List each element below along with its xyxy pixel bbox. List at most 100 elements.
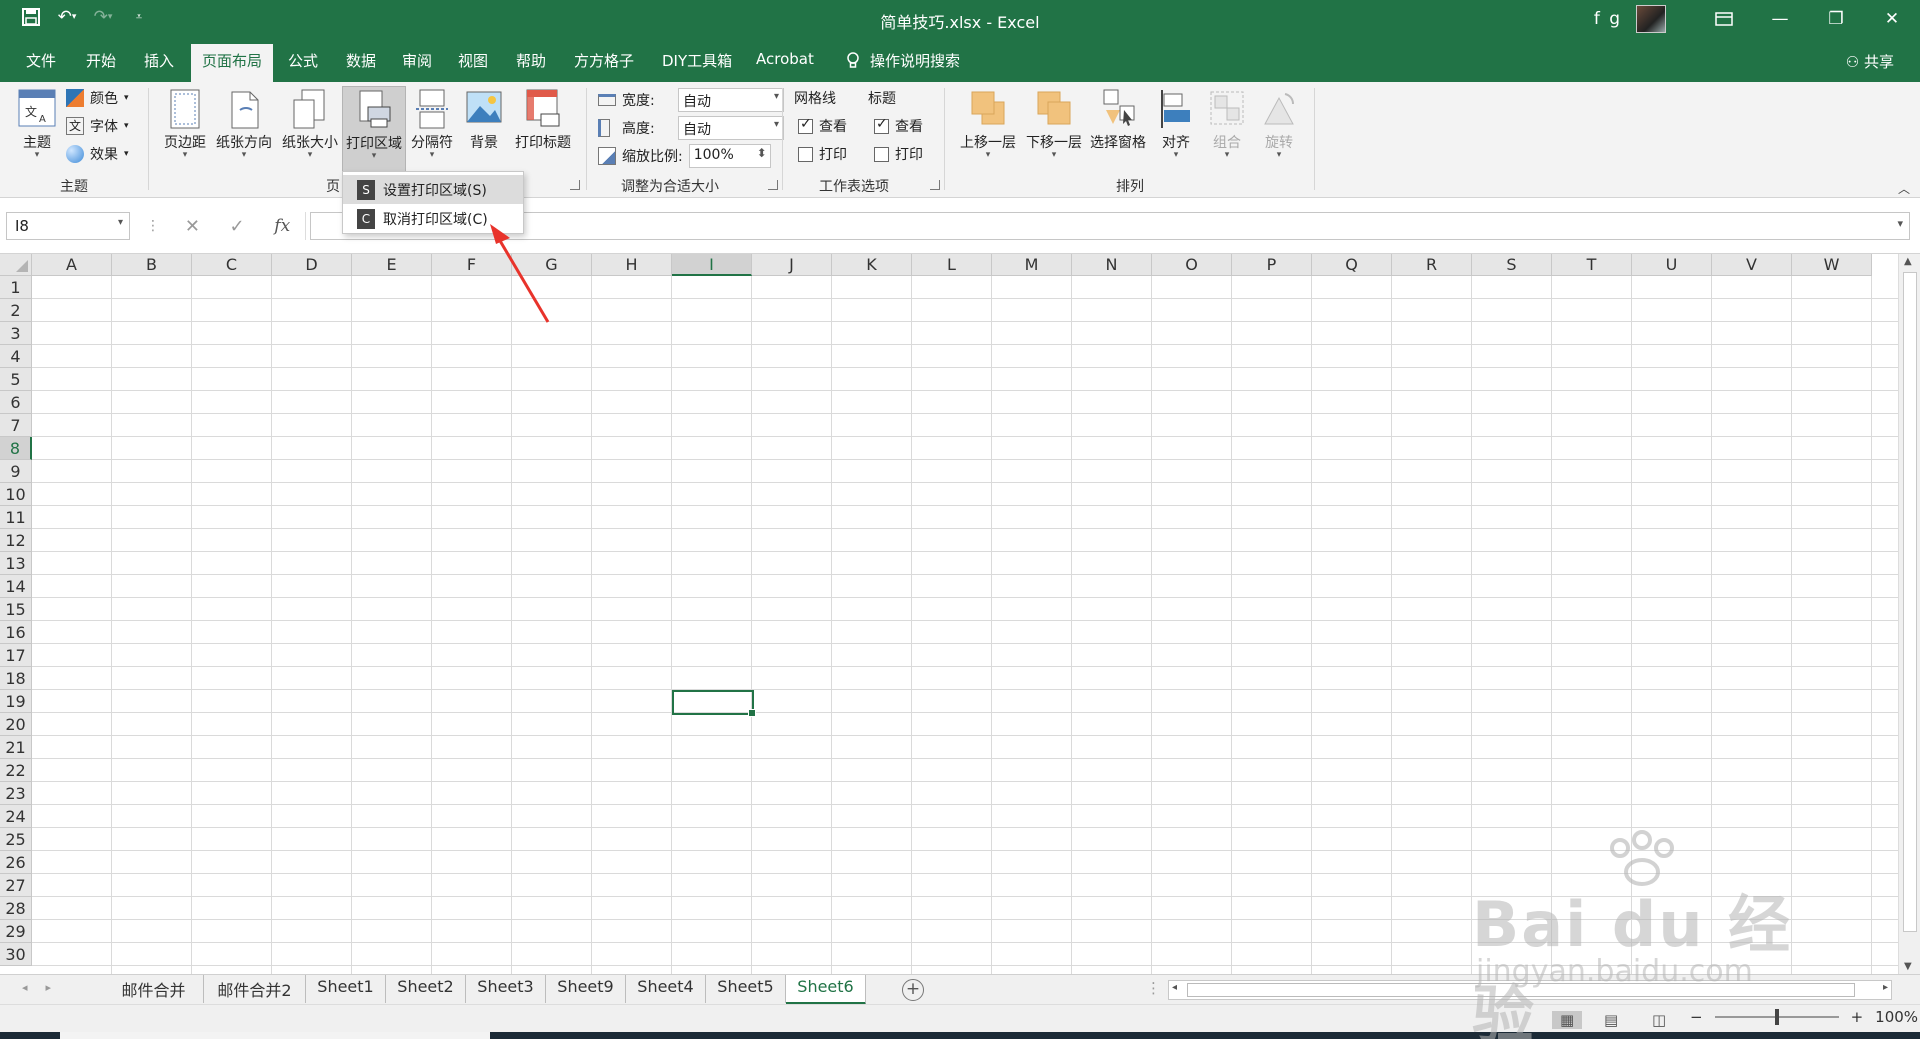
tab-page-layout[interactable]: 页面布局 [191,44,274,82]
horizontal-scrollbar[interactable]: ◂ ▸ [1168,980,1892,1000]
row-header-29[interactable]: 29 [0,920,32,943]
theme-fonts-button[interactable]: 文 字体 ▾ [66,116,129,136]
breaks-button[interactable]: 分隔符 ▾ [408,88,456,160]
zoom-level[interactable]: 100% [1875,1008,1918,1026]
row-header-3[interactable]: 3 [0,322,32,345]
row-header-30[interactable]: 30 [0,943,32,966]
column-header-m[interactable]: M [992,254,1072,276]
ribbon-display-options-icon[interactable] [1696,0,1752,38]
row-header-4[interactable]: 4 [0,345,32,368]
row-header-1[interactable]: 1 [0,276,32,299]
row-header-23[interactable]: 23 [0,782,32,805]
tab-data[interactable]: 数据 [340,47,382,74]
horizontal-scroll-thumb[interactable] [1187,983,1855,997]
tell-me-search[interactable]: 操作说明搜索 [846,50,960,71]
row-header-9[interactable]: 9 [0,460,32,483]
headings-view-checkbox[interactable]: 查看 [874,116,923,136]
gridlines-print-checkbox[interactable]: 打印 [798,144,847,164]
background-button[interactable]: 背景 [460,88,508,152]
row-header-14[interactable]: 14 [0,575,32,598]
sheet-options-launcher-icon[interactable] [930,180,940,190]
column-header-r[interactable]: R [1392,254,1472,276]
scale-input[interactable]: 100% [688,144,771,168]
tab-view[interactable]: 视图 [452,47,494,74]
column-header-t[interactable]: T [1552,254,1632,276]
sheet-tab-0[interactable]: 邮件合并 [104,975,204,1003]
scroll-down-icon[interactable]: ▼ [1904,961,1912,972]
row-header-12[interactable]: 12 [0,529,32,552]
sheet-nav-arrows-icon[interactable]: ◂▸ [22,981,69,994]
scroll-up-icon[interactable]: ▲ [1904,256,1912,267]
print-titles-button[interactable]: 打印标题 [510,88,576,152]
sheet-tab-1[interactable]: 邮件合并2 [204,975,306,1003]
row-header-26[interactable]: 26 [0,851,32,874]
gridlines-print-check[interactable] [798,146,813,162]
zoom-out-icon[interactable]: − [1690,1008,1703,1026]
enter-check-icon[interactable]: ✓ [230,216,245,237]
set-print-area-item[interactable]: S 设置打印区域(S) [343,175,523,204]
page-break-view-icon[interactable]: ◫ [1652,1011,1666,1029]
column-header-q[interactable]: Q [1312,254,1392,276]
column-header-b[interactable]: B [112,254,192,276]
gridlines-view-check[interactable] [798,116,813,134]
collapse-ribbon-icon[interactable]: ︿ [1898,180,1910,197]
insert-function-icon[interactable]: fx [274,216,290,236]
select-all-corner[interactable] [0,254,32,276]
name-box[interactable]: I8 [6,212,130,240]
vertical-scroll-thumb[interactable] [1903,272,1917,932]
column-header-i[interactable]: I [672,254,752,276]
normal-view-icon[interactable]: ▦ [1552,1011,1583,1029]
column-header-p[interactable]: P [1232,254,1312,276]
formula-bar-grip-icon[interactable]: ⋮ [146,218,160,234]
margins-button[interactable]: 页边距 ▾ [160,88,210,160]
cell-area[interactable] [32,276,1898,974]
theme-effects-button[interactable]: 效果 ▾ [66,144,129,164]
headings-view-check[interactable] [874,116,889,134]
row-header-27[interactable]: 27 [0,874,32,897]
row-header-10[interactable]: 10 [0,483,32,506]
column-header-v[interactable]: V [1712,254,1792,276]
page-layout-view-icon[interactable]: ▤ [1604,1011,1618,1029]
rotate-button[interactable]: 旋转 ▾ [1256,88,1302,160]
align-button[interactable]: 对齐 ▾ [1154,88,1198,160]
row-header-7[interactable]: 7 [0,414,32,437]
zoom-in-icon[interactable]: + [1851,1008,1864,1026]
column-header-k[interactable]: K [832,254,912,276]
row-header-28[interactable]: 28 [0,897,32,920]
cancel-icon[interactable]: ✕ [185,216,200,237]
tab-fangfang[interactable]: 方方格子 [568,47,640,74]
scale-launcher-icon[interactable] [768,180,778,190]
tab-splitter-icon[interactable]: ⋮ [1146,979,1161,997]
height-select[interactable]: 自动 [678,116,784,140]
column-header-w[interactable]: W [1792,254,1872,276]
sheet-tab-3[interactable]: Sheet2 [386,975,466,1003]
paper-size-button[interactable]: 纸张大小 ▾ [278,88,342,160]
column-header-u[interactable]: U [1632,254,1712,276]
column-header-a[interactable]: A [32,254,112,276]
minimize-icon[interactable]: — [1752,0,1808,38]
row-header-5[interactable]: 5 [0,368,32,391]
send-backward-button[interactable]: 下移一层 ▾ [1022,88,1086,160]
column-header-d[interactable]: D [272,254,352,276]
column-header-j[interactable]: J [752,254,832,276]
tab-review[interactable]: 审阅 [396,47,438,74]
row-header-25[interactable]: 25 [0,828,32,851]
zoom-slider[interactable] [1714,1009,1839,1025]
row-header-2[interactable]: 2 [0,299,32,322]
theme-colors-button[interactable]: 颜色 ▾ [66,88,129,108]
gridlines-view-checkbox[interactable]: 查看 [798,116,847,136]
bring-forward-button[interactable]: 上移一层 ▾ [956,88,1020,160]
row-header-8[interactable]: 8 [0,437,32,460]
add-sheet-icon[interactable]: + [902,979,924,1001]
tab-insert[interactable]: 插入 [138,47,180,74]
sheet-tab-8[interactable]: Sheet6 [786,975,866,1005]
share-button[interactable]: ⚇ 共享 [1846,51,1894,72]
sheet-tab-5[interactable]: Sheet9 [546,975,626,1003]
scroll-left-icon[interactable]: ◂ [1172,982,1177,993]
column-header-l[interactable]: L [912,254,992,276]
headings-print-check[interactable] [874,146,889,162]
row-header-15[interactable]: 15 [0,598,32,621]
sheet-tab-7[interactable]: Sheet5 [706,975,786,1003]
tab-help[interactable]: 帮助 [510,47,552,74]
column-header-n[interactable]: N [1072,254,1152,276]
